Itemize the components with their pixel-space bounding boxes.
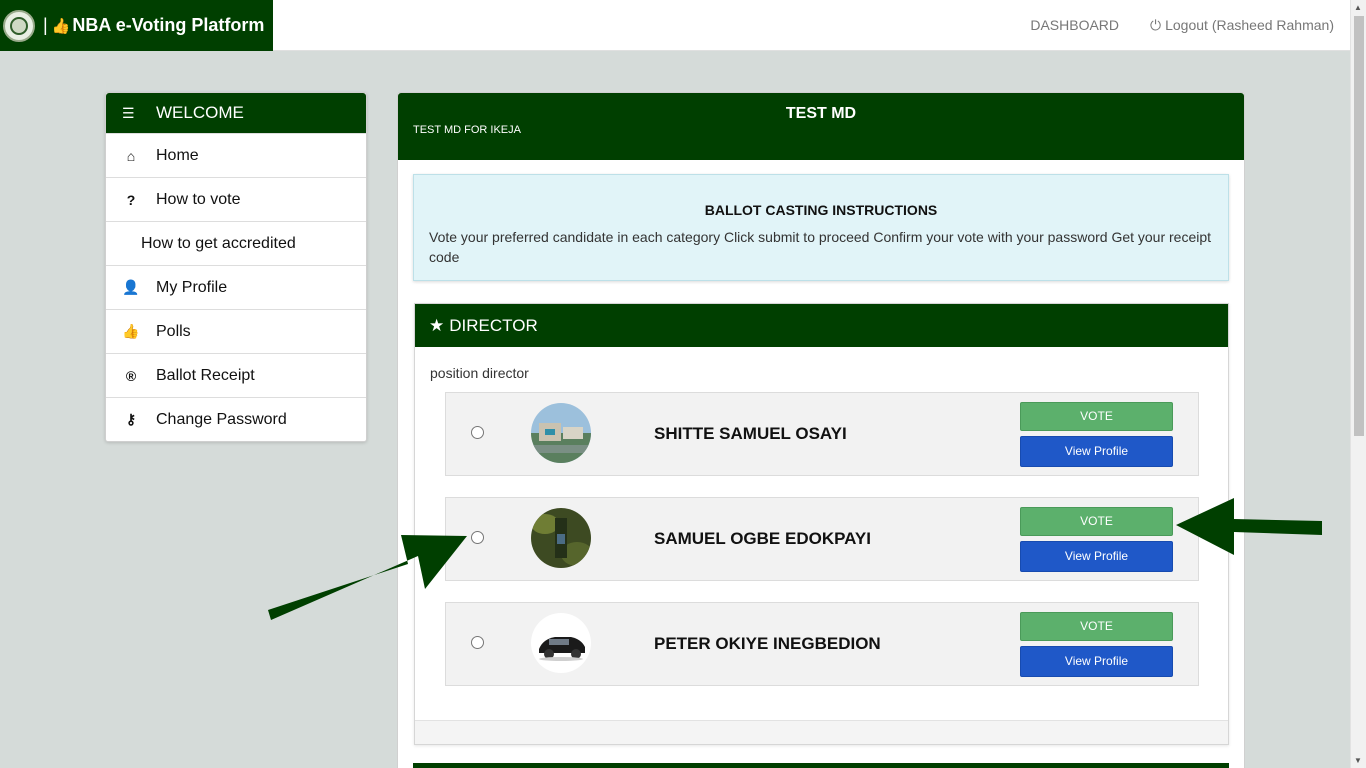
candidate-radio[interactable] bbox=[471, 531, 484, 544]
election-title: TEST MD bbox=[785, 105, 857, 122]
power-icon: ⏻ bbox=[1150, 17, 1162, 33]
sidebar-item-change-password[interactable]: ⚷ Change Password bbox=[106, 397, 366, 441]
category-footer bbox=[415, 720, 1228, 744]
registered-icon: ® bbox=[125, 367, 137, 384]
view-profile-button[interactable]: View Profile bbox=[1020, 436, 1173, 467]
dashboard-link[interactable]: DASHBOARD bbox=[1030, 17, 1119, 34]
view-profile-button[interactable]: View Profile bbox=[1020, 541, 1173, 572]
vote-button[interactable]: VOTE bbox=[1020, 507, 1173, 536]
candidate-radio[interactable] bbox=[471, 426, 484, 439]
category-description: position director bbox=[430, 365, 529, 381]
candidate-name: PETER OKIYE INEGBEDION bbox=[654, 634, 881, 653]
sidebar-item-label: Ballot Receipt bbox=[156, 366, 255, 384]
top-navbar: | 👍 NBA e-Voting Platform DASHBOARD ⏻ Log… bbox=[0, 0, 1350, 51]
sidebar-item-home[interactable]: ⌂ Home bbox=[106, 133, 366, 177]
key-icon: ⚷ bbox=[125, 411, 137, 427]
page-scrollbar[interactable]: ▲ ▼ bbox=[1350, 0, 1366, 768]
category-title: DIRECTOR bbox=[449, 315, 538, 335]
candidate-row: PETER OKIYE INEGBEDION VOTE View Profile bbox=[445, 602, 1199, 686]
category-director: ★ DIRECTOR position director SHITTE SAMU… bbox=[414, 303, 1229, 745]
candidate-name: SHITTE SAMUEL OSAYI bbox=[654, 424, 847, 443]
star-icon: ★ bbox=[429, 315, 445, 335]
candidate-photo bbox=[531, 508, 591, 568]
instructions-box: BALLOT CASTING INSTRUCTIONS Vote your pr… bbox=[413, 174, 1229, 281]
sidebar-item-polls[interactable]: 👍 Polls bbox=[106, 309, 366, 353]
election-panel: TEST MD TEST MD FOR IKEJA BALLOT CASTING… bbox=[397, 92, 1245, 768]
list-icon: ☰ bbox=[122, 104, 135, 121]
question-icon: ? bbox=[126, 191, 136, 208]
nba-logo-icon bbox=[3, 9, 35, 42]
thumbs-up-icon: 👍 bbox=[122, 323, 140, 339]
candidate-photo bbox=[531, 403, 591, 463]
brand-title: NBA e-Voting Platform bbox=[72, 15, 265, 35]
category-header: ★ DIRECTOR bbox=[415, 304, 1228, 347]
scroll-thumb[interactable] bbox=[1354, 16, 1364, 436]
scroll-down-icon[interactable]: ▼ bbox=[1354, 756, 1362, 765]
candidate-row: SHITTE SAMUEL OSAYI VOTE View Profile bbox=[445, 392, 1199, 476]
vote-button[interactable]: VOTE bbox=[1020, 612, 1173, 641]
next-category-header bbox=[413, 763, 1229, 768]
sidebar-item-label: How to vote bbox=[156, 190, 241, 208]
instructions-title: BALLOT CASTING INSTRUCTIONS bbox=[704, 202, 938, 218]
candidate-radio[interactable] bbox=[471, 636, 484, 649]
election-header: TEST MD TEST MD FOR IKEJA bbox=[398, 93, 1244, 160]
user-icon: 👤 bbox=[122, 279, 140, 295]
sidebar-item-label: Polls bbox=[156, 322, 191, 340]
view-profile-button[interactable]: View Profile bbox=[1020, 646, 1173, 677]
sidebar-item-my-profile[interactable]: 👤 My Profile bbox=[106, 265, 366, 309]
election-subtitle: TEST MD FOR IKEJA bbox=[413, 124, 521, 136]
sidebar-item-label: Change Password bbox=[156, 410, 287, 428]
brand-separator: | bbox=[43, 15, 48, 35]
sidebar: ☰ WELCOME ⌂ Home ? How to vote How to ge… bbox=[105, 92, 367, 442]
sidebar-item-ballot-receipt[interactable]: ® Ballot Receipt bbox=[106, 353, 366, 397]
sidebar-header: ☰ WELCOME bbox=[106, 93, 366, 133]
logout-link[interactable]: ⏻ Logout (Rasheed Rahman) bbox=[1150, 17, 1334, 34]
vote-button[interactable]: VOTE bbox=[1020, 402, 1173, 431]
sidebar-item-how-to-get-accredited[interactable]: How to get accredited bbox=[106, 221, 366, 265]
sidebar-item-how-to-vote[interactable]: ? How to vote bbox=[106, 177, 366, 221]
home-icon: ⌂ bbox=[126, 147, 136, 164]
candidate-name: SAMUEL OGBE EDOKPAYI bbox=[654, 529, 871, 548]
logout-label: Logout (Rasheed Rahman) bbox=[1165, 17, 1334, 33]
thumbs-up-icon: 👍 bbox=[51, 17, 71, 35]
sidebar-item-label: Home bbox=[156, 146, 199, 164]
sidebar-item-label: My Profile bbox=[156, 278, 228, 296]
sidebar-title: WELCOME bbox=[156, 103, 244, 122]
brand[interactable]: | 👍 NBA e-Voting Platform bbox=[0, 0, 273, 51]
scroll-up-icon[interactable]: ▲ bbox=[1354, 3, 1362, 12]
sidebar-item-label: How to get accredited bbox=[141, 234, 296, 252]
candidate-photo bbox=[531, 613, 591, 673]
candidate-row: SAMUEL OGBE EDOKPAYI VOTE View Profile bbox=[445, 497, 1199, 581]
instructions-body: Vote your preferred candidate in each ca… bbox=[429, 229, 1212, 265]
